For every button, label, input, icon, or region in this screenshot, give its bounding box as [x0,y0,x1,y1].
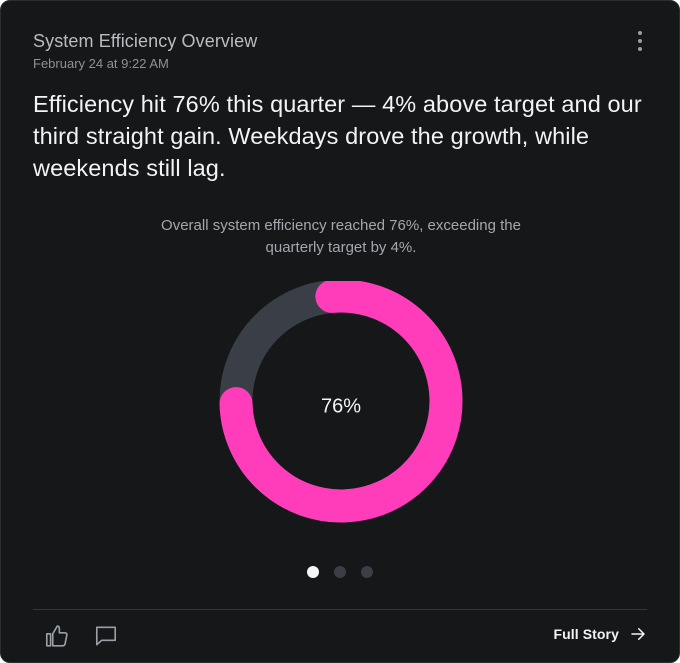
more-options-icon[interactable] [633,31,647,51]
post-title: System Efficiency Overview [33,31,258,51]
chart-caption: Overall system efficiency reached 76%, e… [161,217,521,256]
carousel-pagination [307,566,373,578]
like-button[interactable] [43,623,69,649]
more-dot [638,39,642,43]
post-header: System Efficiency Overview February 24 a… [33,29,647,72]
post-headline: Efficiency hit 76% this quarter — 4% abo… [33,91,642,181]
post-timestamp: February 24 at 9:22 AM [33,56,169,71]
comment-icon [95,626,117,646]
donut-center-label: 76% [321,395,361,417]
more-dot [638,31,642,35]
full-story-link[interactable]: Full Story [553,625,647,643]
post-card: System Efficiency Overview February 24 a… [0,0,680,663]
footer-divider [33,609,647,610]
pagination-dot[interactable] [334,566,346,578]
thumbs-up-icon [45,625,68,647]
arrow-right-icon [631,628,645,640]
efficiency-donut-chart: 76% [219,281,463,523]
pagination-dot[interactable] [361,566,373,578]
pagination-dot[interactable] [307,566,319,578]
more-dot [638,47,642,51]
full-story-label: Full Story [553,626,619,642]
comment-button[interactable] [93,623,119,649]
